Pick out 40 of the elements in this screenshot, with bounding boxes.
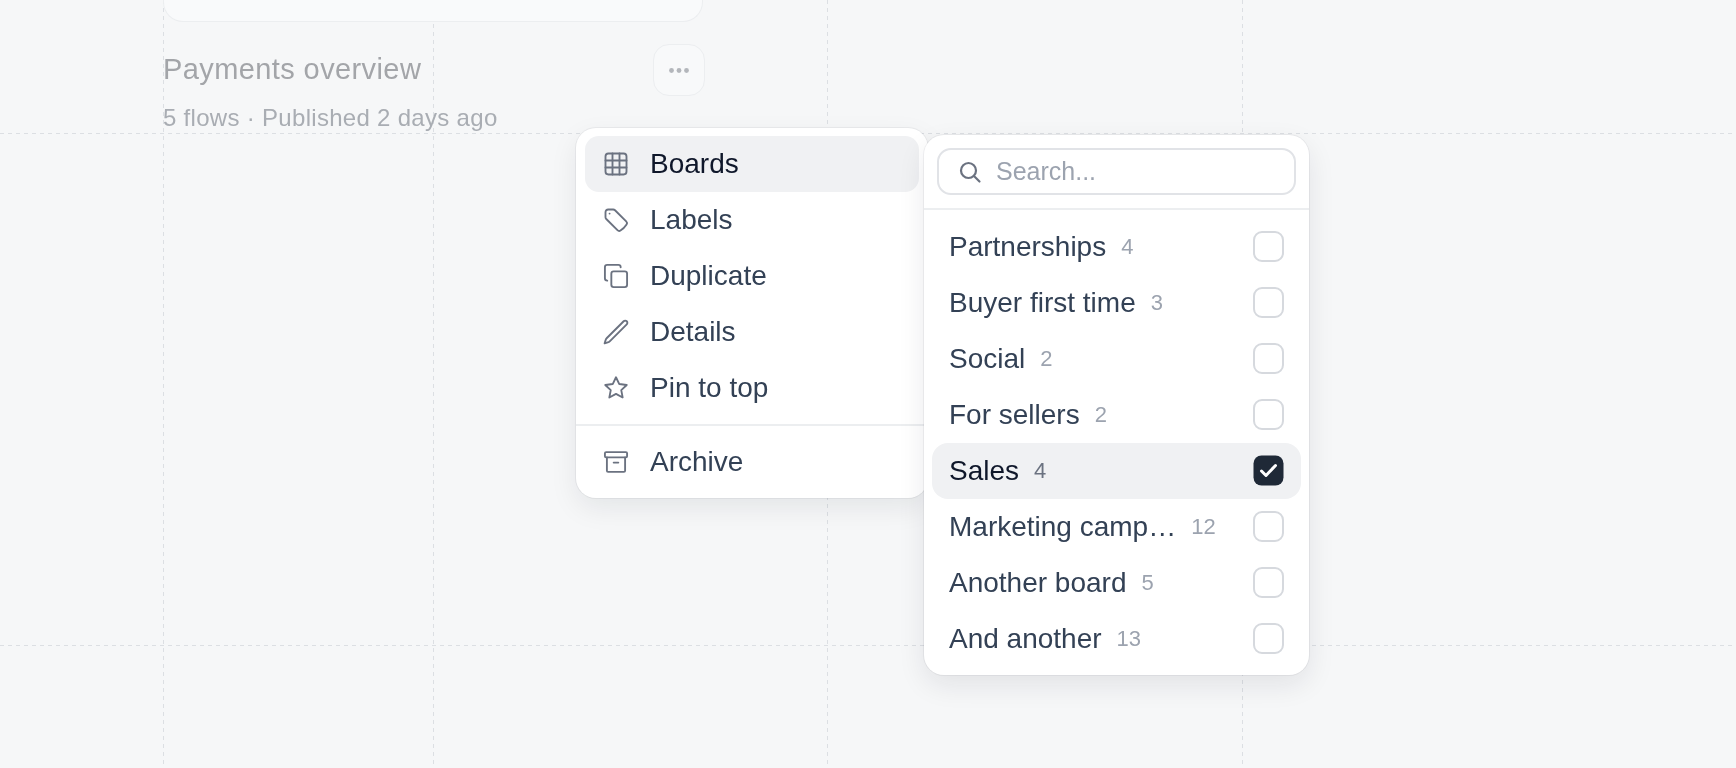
search-icon — [958, 159, 982, 184]
board-meta: 5 flows · Published 2 days ago — [163, 104, 498, 132]
menu-item[interactable]: Details — [585, 304, 919, 360]
board-option[interactable]: Sales 4 — [932, 442, 1301, 499]
board-option[interactable]: Partnerships 4 — [932, 218, 1301, 275]
checkbox[interactable] — [1253, 511, 1284, 542]
board-count: 13 — [1116, 625, 1142, 652]
tag-icon — [602, 206, 630, 234]
more-button[interactable] — [653, 44, 705, 96]
board-count: 4 — [1121, 233, 1134, 260]
grid-icon — [602, 150, 630, 178]
search-field[interactable]: Search... — [937, 148, 1296, 195]
board-option[interactable]: Marketing camp… 12 — [932, 498, 1301, 555]
menu-item[interactable]: Archive — [585, 433, 919, 490]
board-count: 12 — [1191, 513, 1216, 540]
board-title: Payments overview — [163, 52, 423, 87]
board-option[interactable]: And another 13 — [932, 610, 1301, 667]
board-option[interactable]: Another board 5 — [932, 554, 1301, 611]
board-option[interactable]: Buyer first time 3 — [932, 274, 1301, 331]
dots-icon — [669, 67, 689, 73]
menu-item[interactable]: Boards — [585, 136, 919, 192]
menu-item[interactable]: Labels — [585, 192, 919, 248]
board-count: 2 — [1040, 345, 1053, 372]
pencil-icon — [602, 318, 630, 346]
checkbox[interactable] — [1253, 455, 1284, 486]
checkbox[interactable] — [1253, 231, 1284, 262]
menu-item[interactable]: Pin to top — [585, 360, 919, 416]
board-option[interactable]: Social 2 — [932, 330, 1301, 387]
checkbox[interactable] — [1253, 343, 1284, 374]
checkbox[interactable] — [1253, 399, 1284, 430]
checkbox[interactable] — [1253, 287, 1284, 318]
checkbox[interactable] — [1253, 567, 1284, 598]
checkbox[interactable] — [1253, 623, 1284, 654]
board-count: 3 — [1150, 289, 1163, 316]
copy-icon — [602, 262, 630, 290]
board-option[interactable]: For sellers 2 — [932, 386, 1301, 443]
board-count: 2 — [1094, 401, 1107, 428]
board-count: 5 — [1141, 569, 1154, 596]
menu-item[interactable]: Duplicate — [585, 248, 919, 304]
board-count: 4 — [1034, 457, 1047, 484]
